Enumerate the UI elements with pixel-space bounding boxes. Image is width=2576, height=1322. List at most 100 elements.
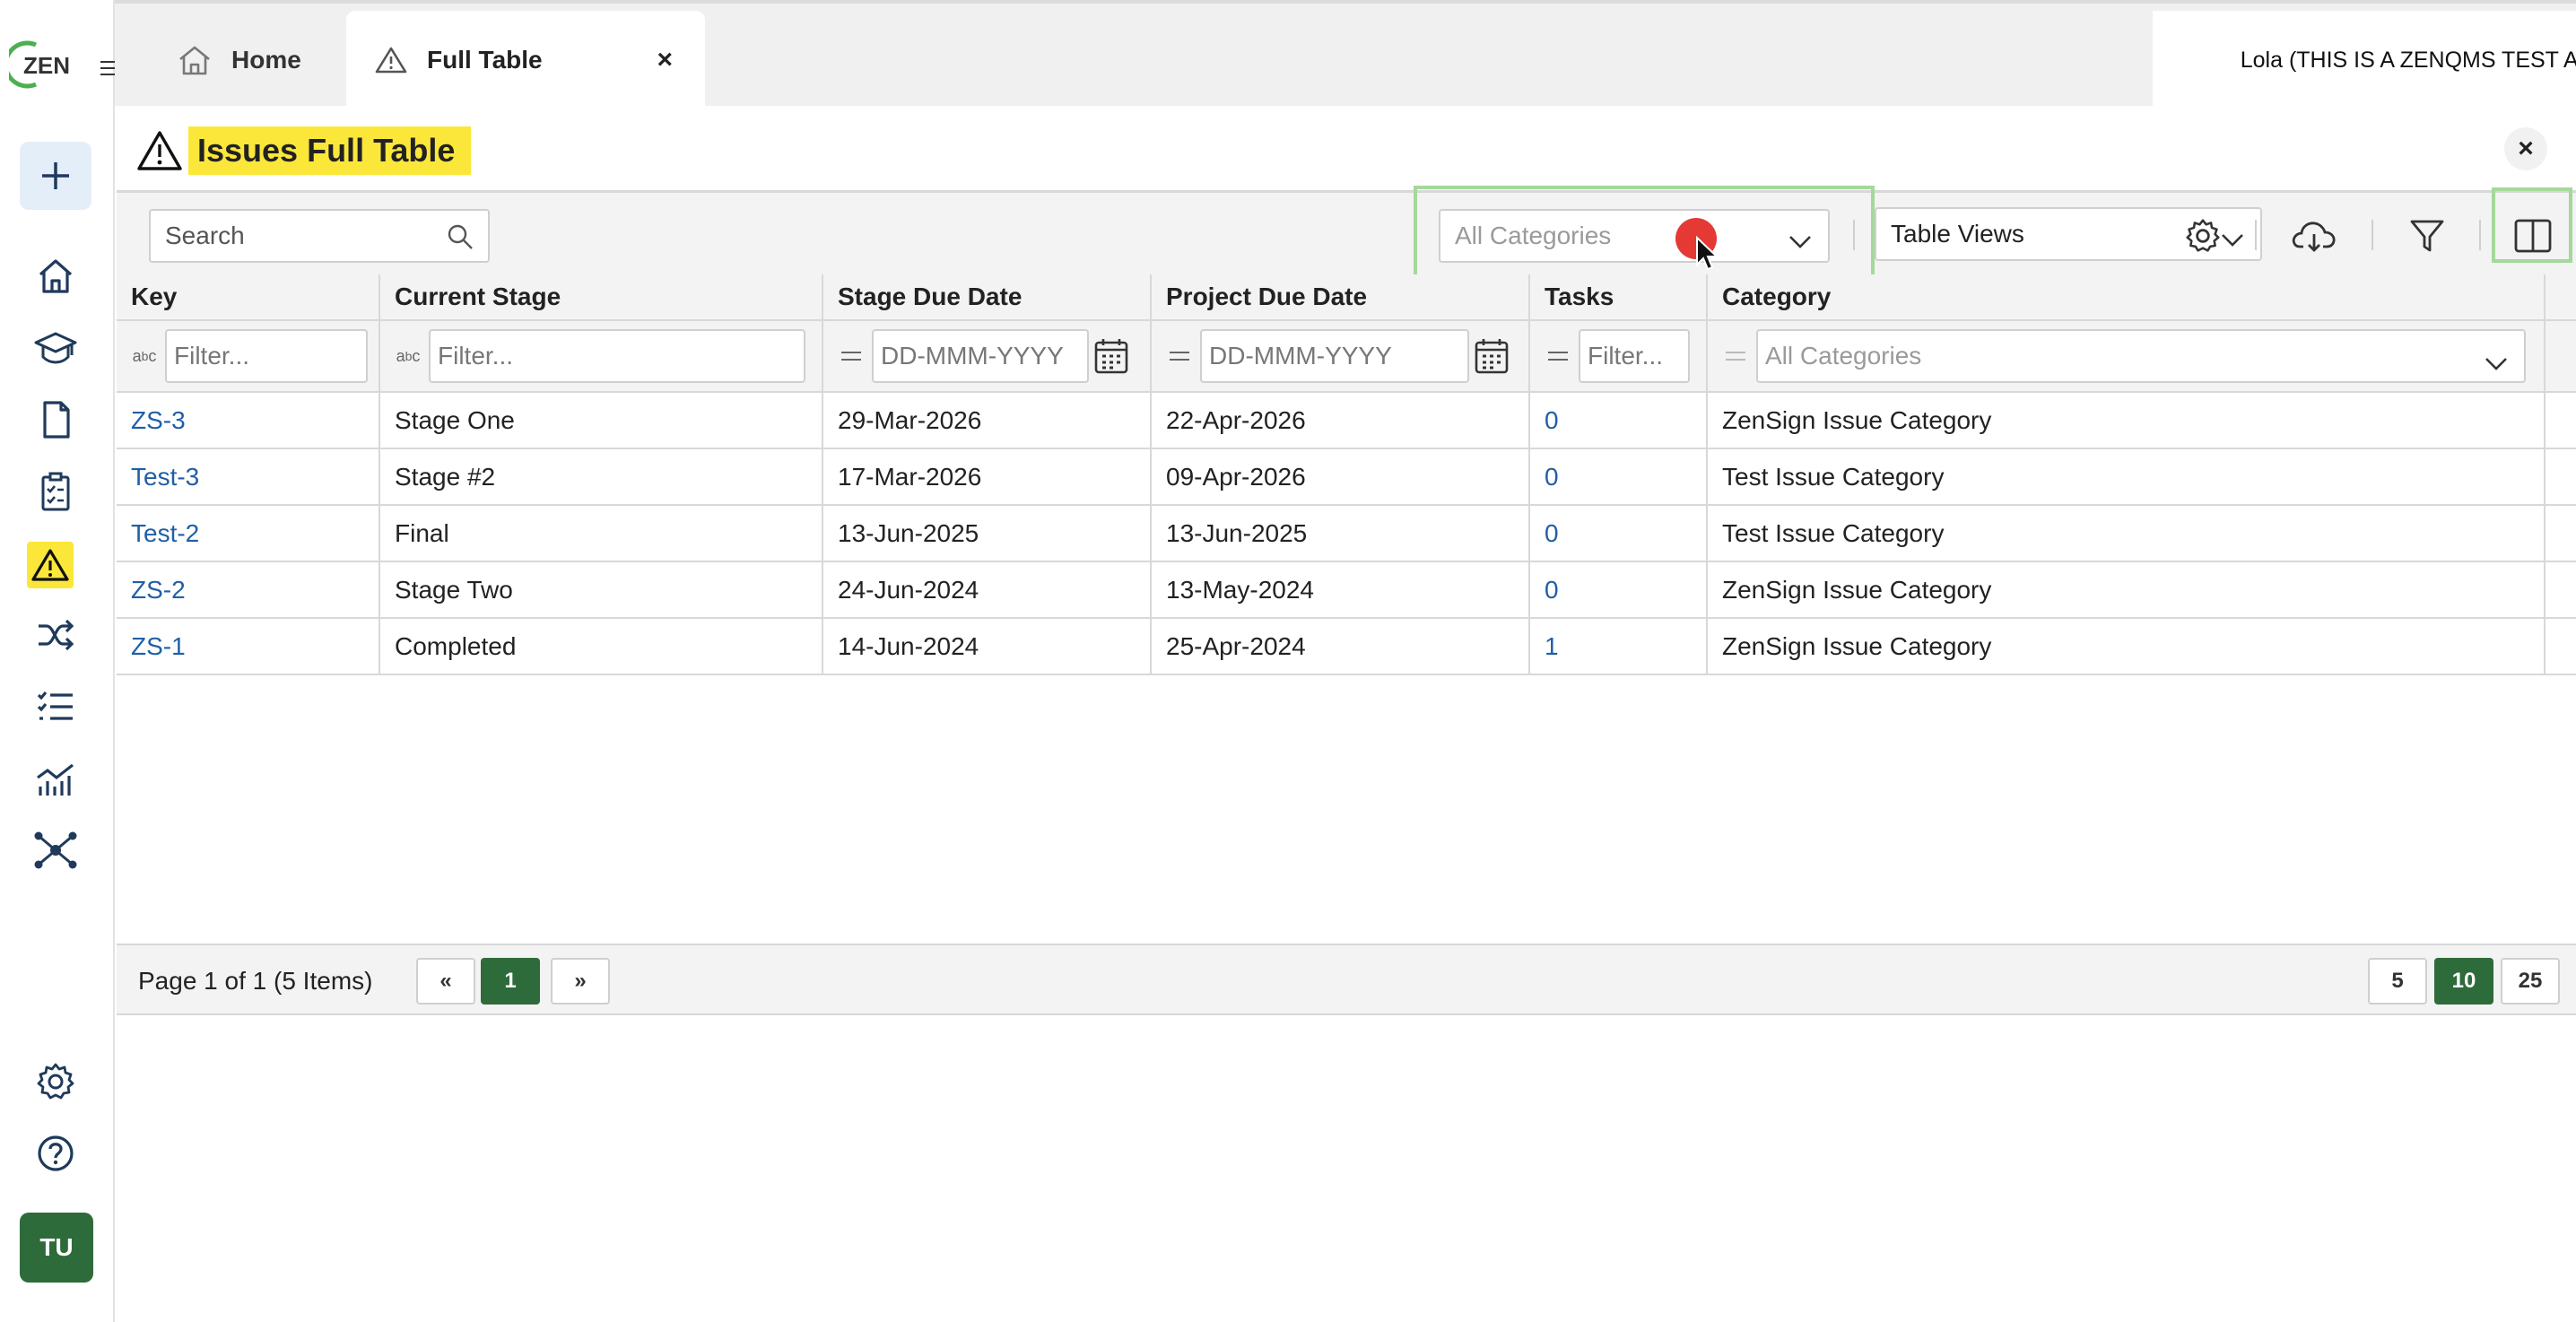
row-stage: Completed xyxy=(380,619,823,674)
filter-input-key[interactable]: Filter... xyxy=(165,329,368,383)
settings-gear-icon[interactable] xyxy=(29,1055,83,1109)
page-size-10-button[interactable]: 10 xyxy=(2434,958,2493,1005)
category-filter-select[interactable]: All Categories xyxy=(1756,329,2526,383)
filter-placeholder: Filter... xyxy=(438,342,514,370)
table-row[interactable]: ZS-3 Stage One 29-Mar-2026 22-Apr-2026 0… xyxy=(117,393,2576,449)
row-tasks-link[interactable]: 0 xyxy=(1530,449,1708,504)
column-header-key[interactable]: Key xyxy=(117,274,380,319)
zen-logo[interactable]: ZEN xyxy=(3,38,77,91)
row-project-due: 22-Apr-2026 xyxy=(1152,393,1530,448)
row-tasks-link[interactable]: 0 xyxy=(1530,393,1708,448)
text-filter-icon[interactable]: abc xyxy=(393,347,423,366)
page-title: Issues Full Table xyxy=(136,124,472,178)
prev-page-button[interactable]: « xyxy=(416,958,475,1005)
account-label[interactable]: Lola (THIS IS A ZENQMS TEST ACCOUNT) xyxy=(2153,11,2576,109)
user-avatar[interactable]: TU xyxy=(20,1213,93,1283)
row-tasks-link[interactable]: 1 xyxy=(1530,619,1708,674)
date-input-stage-due[interactable]: DD-MMM-YYYY xyxy=(872,329,1089,383)
shuffle-icon[interactable] xyxy=(29,608,83,662)
add-button[interactable] xyxy=(20,142,91,210)
gear-icon[interactable] xyxy=(2176,209,2230,263)
row-stage-due: 14-Jun-2024 xyxy=(823,619,1152,674)
separator xyxy=(1853,220,1855,250)
separator xyxy=(2479,220,2481,250)
help-icon[interactable] xyxy=(29,1126,83,1180)
filter-input-stage[interactable]: Filter... xyxy=(429,329,805,383)
row-stage: Final xyxy=(380,506,823,561)
filter-cell-tasks: Filter... xyxy=(1530,321,1708,391)
row-spacer xyxy=(2546,619,2576,674)
search-input[interactable]: Search xyxy=(149,209,490,263)
row-key-link[interactable]: ZS-2 xyxy=(117,562,380,617)
separator xyxy=(2371,220,2373,250)
table-row[interactable]: Test-2 Final 13-Jun-2025 13-Jun-2025 0 T… xyxy=(117,506,2576,562)
row-category: Test Issue Category xyxy=(1708,449,2546,504)
row-stage: Stage #2 xyxy=(380,449,823,504)
filter-input-tasks[interactable]: Filter... xyxy=(1579,329,1690,383)
column-header-stage-due-date[interactable]: Stage Due Date xyxy=(823,274,1152,319)
row-project-due: 09-Apr-2026 xyxy=(1152,449,1530,504)
row-key-link[interactable]: Test-3 xyxy=(117,449,380,504)
row-key-link[interactable]: ZS-3 xyxy=(117,393,380,448)
left-rail: ZEN TU xyxy=(0,0,118,1322)
documents-icon[interactable] xyxy=(29,393,83,447)
row-key-link[interactable]: Test-2 xyxy=(117,506,380,561)
row-stage-due: 24-Jun-2024 xyxy=(823,562,1152,617)
filter-icon[interactable] xyxy=(2400,209,2454,263)
equals-filter-icon[interactable] xyxy=(1164,351,1195,361)
pagination-bar: Page 1 of 1 (5 Items) « 1 » 5 10 25 xyxy=(117,944,2576,1015)
columns-layout-icon[interactable] xyxy=(2506,209,2560,263)
training-icon[interactable] xyxy=(29,321,83,375)
text-filter-icon[interactable]: abc xyxy=(129,347,160,366)
filter-cell-category: All Categories xyxy=(1708,321,2546,391)
date-placeholder: DD-MMM-YYYY xyxy=(1209,342,1392,370)
network-icon[interactable] xyxy=(29,823,83,877)
home-icon xyxy=(178,44,212,76)
table-row[interactable]: Test-3 Stage #2 17-Mar-2026 09-Apr-2026 … xyxy=(117,449,2576,506)
issues-warning-icon[interactable] xyxy=(27,542,74,588)
cloud-download-icon[interactable] xyxy=(2287,209,2341,263)
category-select-placeholder: All Categories xyxy=(1455,222,1612,249)
equals-filter-icon[interactable] xyxy=(1720,351,1751,361)
column-header-category[interactable]: Category xyxy=(1708,274,2546,319)
analytics-icon[interactable] xyxy=(29,752,83,805)
next-page-button[interactable]: » xyxy=(551,958,610,1005)
date-placeholder: DD-MMM-YYYY xyxy=(881,342,1064,370)
filter-placeholder: Filter... xyxy=(1588,342,1664,370)
category-filter-placeholder: All Categories xyxy=(1765,342,1922,370)
tab-close-icon[interactable]: × xyxy=(657,45,673,75)
page-size-25-button[interactable]: 25 xyxy=(2501,958,2560,1005)
date-input-project-due[interactable]: DD-MMM-YYYY xyxy=(1200,329,1469,383)
row-stage-due: 13-Jun-2025 xyxy=(823,506,1152,561)
equals-filter-icon[interactable] xyxy=(836,351,866,361)
table-row[interactable]: ZS-1 Completed 14-Jun-2024 25-Apr-2024 1… xyxy=(117,619,2576,675)
equals-filter-icon[interactable] xyxy=(1543,351,1573,361)
table-views-label: Table Views xyxy=(1891,220,2024,248)
page-1-button[interactable]: 1 xyxy=(481,958,540,1005)
plus-icon xyxy=(42,162,69,189)
category-select[interactable]: All Categories xyxy=(1439,209,1830,263)
home-icon[interactable] xyxy=(29,249,83,303)
checklist-icon[interactable] xyxy=(29,465,83,518)
tab-full-table-label: Full Table xyxy=(427,46,543,74)
column-header-current-stage[interactable]: Current Stage xyxy=(380,274,823,319)
table-row[interactable]: ZS-2 Stage Two 24-Jun-2024 13-May-2024 0… xyxy=(117,562,2576,619)
calendar-icon[interactable] xyxy=(1094,338,1128,374)
issues-table: Key Current Stage Stage Due Date Project… xyxy=(117,274,2576,675)
tab-full-table[interactable]: Full Table × xyxy=(346,11,705,109)
row-tasks-link[interactable]: 0 xyxy=(1530,562,1708,617)
page-size-5-button[interactable]: 5 xyxy=(2368,958,2427,1005)
close-panel-button[interactable]: × xyxy=(2504,127,2547,170)
filter-cell-key: abc Filter... xyxy=(117,321,380,391)
chevron-down-icon xyxy=(2485,349,2508,378)
calendar-icon[interactable] xyxy=(1475,338,1509,374)
tab-home-label: Home xyxy=(231,46,301,74)
row-tasks-link[interactable]: 0 xyxy=(1530,506,1708,561)
row-key-link[interactable]: ZS-1 xyxy=(117,619,380,674)
row-category: ZenSign Issue Category xyxy=(1708,393,2546,448)
column-header-project-due-date[interactable]: Project Due Date xyxy=(1152,274,1530,319)
row-stage: Stage Two xyxy=(380,562,823,617)
column-header-tasks[interactable]: Tasks xyxy=(1530,274,1708,319)
task-list-icon[interactable] xyxy=(29,680,83,734)
filter-cell-stage: abc Filter... xyxy=(380,321,823,391)
